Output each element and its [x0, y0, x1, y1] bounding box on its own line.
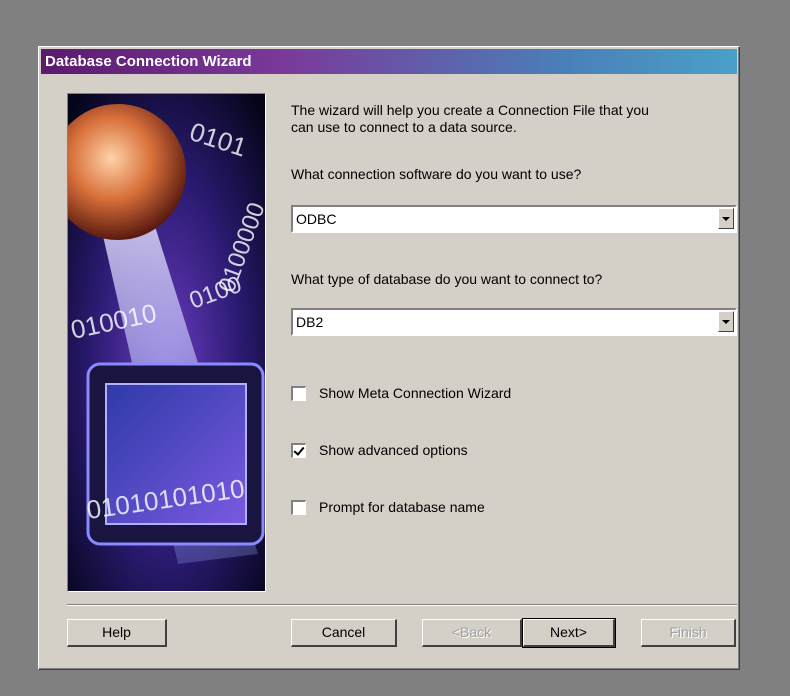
- help-button[interactable]: Help: [67, 619, 167, 647]
- show-advanced-options-checkbox[interactable]: [291, 443, 306, 458]
- wizard-intro-text: The wizard will help you create a Connec…: [291, 102, 649, 135]
- connection-software-value: ODBC: [296, 211, 337, 227]
- show-meta-connection-wizard-label: Show Meta Connection Wizard: [319, 385, 512, 401]
- database-type-value: DB2: [296, 314, 324, 330]
- finish-button[interactable]: Finish: [641, 619, 736, 647]
- database-type-question: What type of database do you want to con…: [291, 271, 603, 287]
- cancel-button[interactable]: Cancel: [291, 619, 397, 647]
- show-meta-connection-wizard-checkbox[interactable]: [291, 386, 306, 401]
- show-advanced-options-label: Show advanced options: [319, 442, 468, 458]
- database-type-select[interactable]: DB2: [291, 308, 737, 336]
- connection-software-dropdown-button[interactable]: [718, 208, 734, 229]
- database-connection-wizard-dialog: Database Connection Wizard 0101 0100000 …: [38, 46, 740, 670]
- window-title-bar: Database Connection Wizard: [41, 49, 737, 74]
- button-separator: [67, 604, 737, 606]
- prompt-for-database-name-checkbox[interactable]: [291, 500, 306, 515]
- back-button[interactable]: <Back: [422, 619, 522, 647]
- database-type-dropdown-button[interactable]: [718, 311, 734, 332]
- prompt-for-database-name-label: Prompt for database name: [319, 499, 485, 515]
- wizard-illustration: 0101 0100000 010010 0100 01010101010: [67, 93, 266, 592]
- next-button[interactable]: Next>: [522, 618, 616, 648]
- connection-software-select[interactable]: ODBC: [291, 205, 737, 233]
- database-illustration-image: 0101 0100000 010010 0100 01010101010: [68, 94, 265, 591]
- window-title: Database Connection Wizard: [45, 53, 252, 70]
- connection-software-question: What connection software do you want to …: [291, 166, 582, 182]
